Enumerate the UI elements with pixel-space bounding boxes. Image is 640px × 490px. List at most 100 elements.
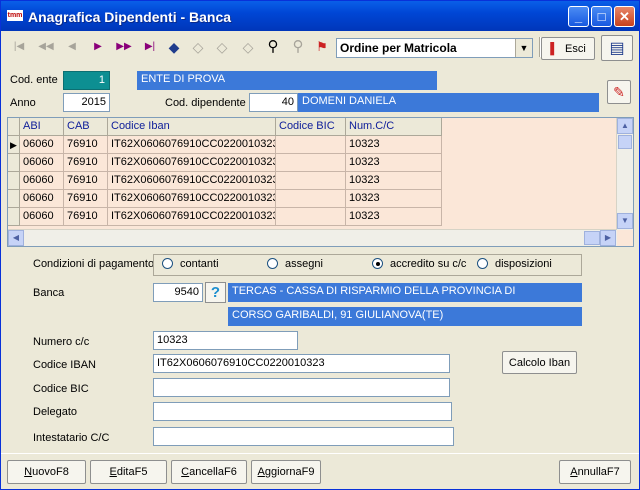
cell-cab: 76910 [64, 136, 108, 154]
print-button[interactable]: ✎ [607, 80, 631, 104]
col-num-cc[interactable]: Num.C/C [346, 118, 442, 136]
grid-horizontal-scrollbar[interactable]: ◀ ▶ [8, 229, 617, 246]
cod-ente-label: Cod. ente [10, 74, 58, 86]
scroll-left-icon[interactable]: ◀ [8, 230, 24, 246]
iban-label: Codice IBAN [33, 359, 96, 371]
cell-cab: 76910 [64, 154, 108, 172]
cod-dipendente-field[interactable]: 40 [249, 93, 298, 112]
radio-contanti-label: contanti [180, 258, 219, 270]
scroll-right-icon[interactable]: ▶ [600, 230, 616, 246]
order-select[interactable]: Ordine per Matricola ▼ [336, 38, 533, 58]
scroll-up-icon[interactable]: ▲ [617, 118, 633, 134]
radio-disposizioni[interactable]: disposizioni [477, 258, 552, 270]
grid-vertical-scrollbar[interactable]: ▲ ▼ [616, 118, 633, 230]
help-book-button[interactable]: ▤ [601, 35, 633, 61]
col-iban[interactable]: Codice Iban [108, 118, 276, 136]
edita-button[interactable]: Edita F5 [90, 460, 167, 484]
aggiorna-button[interactable]: Aggiorna F9 [251, 460, 321, 484]
banca-address: CORSO GARIBALDI, 91 GIULIANOVA(TE) [228, 307, 582, 326]
cancella-button[interactable]: Cancella F6 [171, 460, 247, 484]
cell-abi: 06060 [20, 172, 64, 190]
cancella-label: ancella [189, 466, 224, 478]
ente-name: ENTE DI PROVA [137, 71, 437, 90]
edita-hotkey: E [109, 466, 117, 478]
cell-abi: 06060 [20, 154, 64, 172]
table-row[interactable]: ▶ 06060 76910 IT62X0606076910CC022001032… [8, 136, 442, 154]
cell-bic [276, 208, 346, 226]
annulla-button[interactable]: Annulla F7 [559, 460, 631, 484]
radio-selected-icon [372, 258, 383, 269]
search-icon: ⚲ [267, 38, 279, 55]
filter-icon: ⚑ [316, 39, 328, 54]
maximize-button[interactable]: □ [591, 6, 612, 27]
col-abi[interactable]: ABI [20, 118, 64, 136]
intestatario-field[interactable] [153, 427, 454, 446]
first-icon: |◀ [13, 41, 25, 52]
close-icon: ✕ [619, 9, 630, 24]
next-record-button[interactable]: ▶ [87, 36, 109, 58]
add-record-button[interactable]: ◆ [163, 36, 185, 58]
radio-assegni[interactable]: assegni [267, 258, 323, 270]
table-row[interactable]: 06060 76910 IT62X0606076910CC0220010323 … [8, 190, 442, 208]
cell-num-cc: 10323 [346, 136, 442, 154]
row-indicator [8, 208, 20, 226]
edita-label: dita [116, 466, 135, 478]
close-button[interactable]: ✕ [614, 6, 635, 27]
scroll-thumb[interactable] [618, 135, 632, 149]
last-icon: ▶| [144, 41, 156, 52]
hscroll-thumb[interactable] [584, 231, 600, 245]
cancella-hotkey: C [181, 466, 190, 478]
bank-accounts-grid[interactable]: ABI CAB Codice Iban Codice BIC Num.C/C ▶… [7, 117, 634, 247]
search-button[interactable]: ⚲ [262, 36, 284, 58]
title-bar[interactable]: tmm Anagrafica Dipendenti - Banca _ □ ✕ [1, 1, 639, 31]
bank-lookup-button[interactable]: ? [205, 282, 226, 303]
radio-contanti[interactable]: contanti [162, 258, 219, 270]
table-row[interactable]: 06060 76910 IT62X0606076910CC0220010323 … [8, 208, 442, 226]
first-record-button[interactable]: |◀ [8, 36, 30, 58]
delegato-field[interactable] [153, 402, 452, 421]
minimize-button[interactable]: _ [568, 6, 589, 27]
print-icon: ✎ [613, 83, 625, 100]
nuovo-label: uovo [32, 466, 56, 478]
col-bic[interactable]: Codice BIC [276, 118, 346, 136]
grid-corner [8, 118, 20, 136]
filter-button[interactable]: ⚑ [311, 36, 333, 58]
anno-label: Anno [10, 97, 36, 109]
next-page-button[interactable]: ▶▶ [113, 36, 135, 58]
nuovo-button[interactable]: Nuovo F8 [7, 460, 86, 484]
nuovo-shortcut: F8 [55, 466, 69, 478]
radio-icon [162, 258, 173, 269]
cell-iban: IT62X0606076910CC0220010323 [108, 172, 276, 190]
col-cab[interactable]: CAB [64, 118, 108, 136]
aggiorna-hotkey: A [257, 466, 265, 478]
prev-page-button[interactable]: ◀◀ [35, 36, 57, 58]
cod-ente-field[interactable]: 1 [63, 71, 110, 90]
cell-abi: 06060 [20, 208, 64, 226]
radio-accredito[interactable]: accredito su c/c [372, 258, 466, 270]
table-row[interactable]: 06060 76910 IT62X0606076910CC0220010323 … [8, 154, 442, 172]
numero-cc-field[interactable]: 10323 [153, 331, 298, 350]
iban-field[interactable]: IT62X0606076910CC0220010323 [153, 354, 450, 373]
calcolo-iban-button[interactable]: Calcolo Iban [502, 351, 577, 374]
cancel-record-button[interactable]: ◇ [237, 36, 259, 58]
cod-dipendente-label: Cod. dipendente [165, 97, 246, 109]
cell-bic [276, 136, 346, 154]
radio-accredito-label: accredito su c/c [390, 258, 467, 270]
exit-button[interactable]: ▌ Esci [541, 37, 595, 60]
toolbar: |◀ ◀◀ ◀ ▶ ▶▶ ▶| ◆ ◇ ◇ ◇ ⚲ ⚲ ⚑ Ordine per… [1, 31, 639, 65]
banca-code-field[interactable]: 9540 [153, 283, 203, 302]
prev-record-button[interactable]: ◀ [61, 36, 83, 58]
edit-record-button[interactable]: ◇ [211, 36, 233, 58]
cell-num-cc: 10323 [346, 172, 442, 190]
table-row[interactable]: 06060 76910 IT62X0606076910CC0220010323 … [8, 172, 442, 190]
anno-field[interactable]: 2015 [63, 93, 110, 112]
exit-label: Esci [565, 42, 586, 55]
banca-label: Banca [33, 287, 65, 299]
delete-record-button[interactable]: ◇ [187, 36, 209, 58]
chevron-down-icon[interactable]: ▼ [515, 39, 532, 57]
advanced-search-button[interactable]: ⚲ [287, 36, 309, 58]
cell-bic [276, 154, 346, 172]
scroll-down-icon[interactable]: ▼ [617, 213, 633, 229]
bic-field[interactable] [153, 378, 450, 397]
last-record-button[interactable]: ▶| [139, 36, 161, 58]
